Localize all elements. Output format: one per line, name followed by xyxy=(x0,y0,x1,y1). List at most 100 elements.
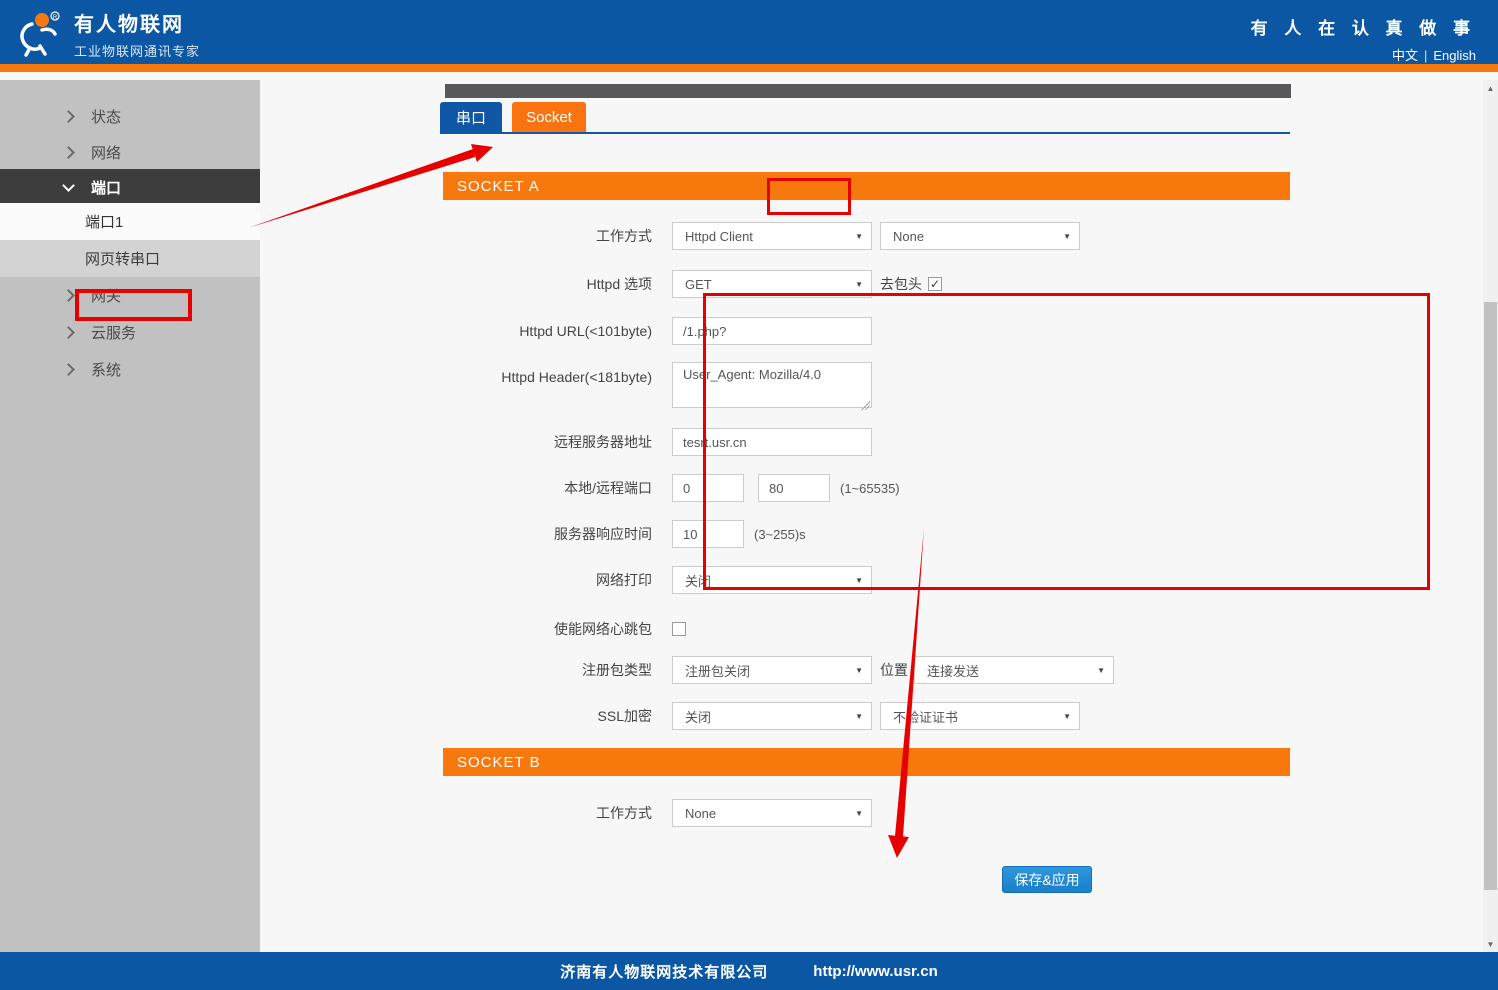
work-mode-select[interactable]: Httpd Client ▼ xyxy=(672,222,872,250)
remote-port-input[interactable] xyxy=(758,474,830,502)
net-print-select[interactable]: 关闭 ▼ xyxy=(672,566,872,594)
httpd-header-row: Httpd Header(<181byte) User_Agent: Mozil… xyxy=(440,362,872,390)
ssl-label: SSL加密 xyxy=(440,706,672,726)
ssl-cert-select[interactable]: 不验证证书 ▼ xyxy=(880,702,1080,730)
logo-title: 有人物联网 xyxy=(74,8,200,37)
tab-serial[interactable]: 串口 xyxy=(440,102,502,132)
ports-row: 本地/远程端口 (1~65535) xyxy=(440,474,900,502)
work-mode-label: 工作方式 xyxy=(440,226,672,246)
heartbeat-row: 使能网络心跳包 xyxy=(440,615,686,643)
scroll-down-arrow-icon[interactable]: ▼ xyxy=(1483,936,1498,952)
dropdown-arrow-icon: ▼ xyxy=(1063,232,1071,241)
socket-b-banner: SOCKET B xyxy=(443,748,1290,776)
dropdown-arrow-icon: ▼ xyxy=(855,666,863,675)
dropdown-arrow-icon: ▼ xyxy=(855,576,863,585)
sidebar-item-label: 网关 xyxy=(91,285,121,306)
httpd-option-label: Httpd 选项 xyxy=(440,274,672,294)
heartbeat-label: 使能网络心跳包 xyxy=(440,619,672,639)
logo-subtitle: 工业物联网通讯专家 xyxy=(74,41,200,60)
brand-logo: R 有人物联网 工业物联网通讯专家 xyxy=(12,8,200,60)
position-select[interactable]: 连接发送 ▼ xyxy=(914,656,1114,684)
work-mode-row: 工作方式 Httpd Client ▼ None ▼ xyxy=(440,222,1080,250)
sidebar-item-label: 云服务 xyxy=(91,322,136,343)
chevron-down-icon xyxy=(62,179,75,192)
dropdown-arrow-icon: ▼ xyxy=(855,712,863,721)
dropdown-arrow-icon: ▼ xyxy=(855,232,863,241)
socket-a-banner: SOCKET A xyxy=(443,172,1290,200)
remote-server-input[interactable] xyxy=(672,428,872,456)
sidebar-item-label: 网页转串口 xyxy=(85,248,160,269)
tab-underline xyxy=(440,132,1290,134)
reg-packet-row: 注册包类型 注册包关闭 ▼ 位置 连接发送 ▼ xyxy=(440,656,1114,684)
chevron-right-icon xyxy=(62,146,75,159)
response-time-hint: (3~255)s xyxy=(754,527,806,542)
socket-b-work-mode-select[interactable]: None ▼ xyxy=(672,799,872,827)
chevron-right-icon xyxy=(62,326,75,339)
dropdown-arrow-icon: ▼ xyxy=(1063,712,1071,721)
response-time-row: 服务器响应时间 (3~255)s xyxy=(440,520,806,548)
device-config-page: R 有人物联网 工业物联网通讯专家 有 人 在 认 真 做 事 中文 | Engli… xyxy=(0,0,1498,990)
sidebar-item-web-to-serial[interactable]: 网页转串口 xyxy=(0,240,260,277)
sidebar-item-status[interactable]: 状态 xyxy=(0,98,260,134)
chevron-right-icon xyxy=(62,289,75,302)
net-print-label: 网络打印 xyxy=(440,570,672,590)
vertical-scrollbar[interactable]: ▲ ▼ xyxy=(1483,80,1498,952)
lang-separator: | xyxy=(1424,48,1427,63)
sidebar-item-label: 网络 xyxy=(91,142,121,163)
scrolled-title-bar xyxy=(445,84,1291,98)
scrollbar-thumb[interactable] xyxy=(1484,302,1497,890)
top-header: R 有人物联网 工业物联网通讯专家 有 人 在 认 真 做 事 中文 | Engli… xyxy=(0,0,1498,72)
remote-server-row: 远程服务器地址 xyxy=(440,428,872,456)
socket-b-work-mode-label: 工作方式 xyxy=(440,803,672,823)
sidebar-item-cloud[interactable]: 云服务 xyxy=(0,314,260,350)
httpd-url-input[interactable] xyxy=(672,317,872,345)
net-print-row: 网络打印 关闭 ▼ xyxy=(440,566,872,594)
sidebar-item-network[interactable]: 网络 xyxy=(0,134,260,170)
sidebar-item-system[interactable]: 系统 xyxy=(0,351,260,387)
save-apply-button[interactable]: 保存&应用 xyxy=(1002,866,1092,893)
ports-label: 本地/远程端口 xyxy=(440,478,672,498)
sidebar-item-label: 端口1 xyxy=(85,211,123,232)
lang-chinese-link[interactable]: 中文 xyxy=(1392,48,1418,63)
local-port-input[interactable] xyxy=(672,474,744,502)
sidebar-item-port[interactable]: 端口 xyxy=(0,169,260,205)
footer-company: 济南有人物联网技术有限公司 xyxy=(560,961,768,982)
heartbeat-checkbox[interactable] xyxy=(672,622,686,636)
httpd-header-textarea[interactable]: User_Agent: Mozilla/4.0 xyxy=(672,362,872,408)
sidebar-item-label: 端口 xyxy=(91,177,121,198)
svg-text:R: R xyxy=(53,15,58,21)
ports-range-hint: (1~65535) xyxy=(840,481,900,496)
main-content: 串口 Socket SOCKET A 工作方式 Httpd Client ▼ N… xyxy=(260,80,1483,952)
dropdown-arrow-icon: ▼ xyxy=(1097,666,1105,675)
socket-b-work-mode-row: 工作方式 None ▼ xyxy=(440,799,872,827)
lang-english-link[interactable]: English xyxy=(1433,48,1476,63)
strip-header-checkbox[interactable] xyxy=(928,277,942,291)
footer-url-link[interactable]: http://www.usr.cn xyxy=(813,963,937,980)
scroll-up-arrow-icon[interactable]: ▲ xyxy=(1483,80,1498,96)
chevron-right-icon xyxy=(62,110,75,123)
sidebar-item-label: 系统 xyxy=(91,359,121,380)
reg-packet-label: 注册包类型 xyxy=(440,660,672,680)
response-time-label: 服务器响应时间 xyxy=(440,524,672,544)
response-time-input[interactable] xyxy=(672,520,744,548)
ssl-select[interactable]: 关闭 ▼ xyxy=(672,702,872,730)
sidebar-item-gateway[interactable]: 网关 xyxy=(0,277,260,313)
tab-socket[interactable]: Socket xyxy=(512,102,586,132)
remote-server-label: 远程服务器地址 xyxy=(440,432,672,452)
chevron-right-icon xyxy=(62,363,75,376)
work-mode-secondary-select[interactable]: None ▼ xyxy=(880,222,1080,250)
sidebar-item-port1[interactable]: 端口1 xyxy=(0,203,260,240)
reg-packet-select[interactable]: 注册包关闭 ▼ xyxy=(672,656,872,684)
sidebar-nav: 状态 网络 端口 端口1 网页转串口 网关 云服务 系统 xyxy=(0,80,260,952)
strip-header-label: 去包头 xyxy=(880,274,922,294)
usr-logo-icon: R xyxy=(12,8,64,60)
httpd-option-row: Httpd 选项 GET ▼ 去包头 xyxy=(440,270,942,298)
httpd-url-label: Httpd URL(<101byte) xyxy=(440,323,672,339)
httpd-option-select[interactable]: GET ▼ xyxy=(672,270,872,298)
page-footer: 济南有人物联网技术有限公司 http://www.usr.cn xyxy=(0,952,1498,990)
position-label: 位置 xyxy=(880,660,908,680)
sidebar-item-label: 状态 xyxy=(91,106,121,127)
header-slogan: 有 人 在 认 真 做 事 xyxy=(1251,14,1476,39)
dropdown-arrow-icon: ▼ xyxy=(855,809,863,818)
ssl-row: SSL加密 关闭 ▼ 不验证证书 ▼ xyxy=(440,702,1080,730)
